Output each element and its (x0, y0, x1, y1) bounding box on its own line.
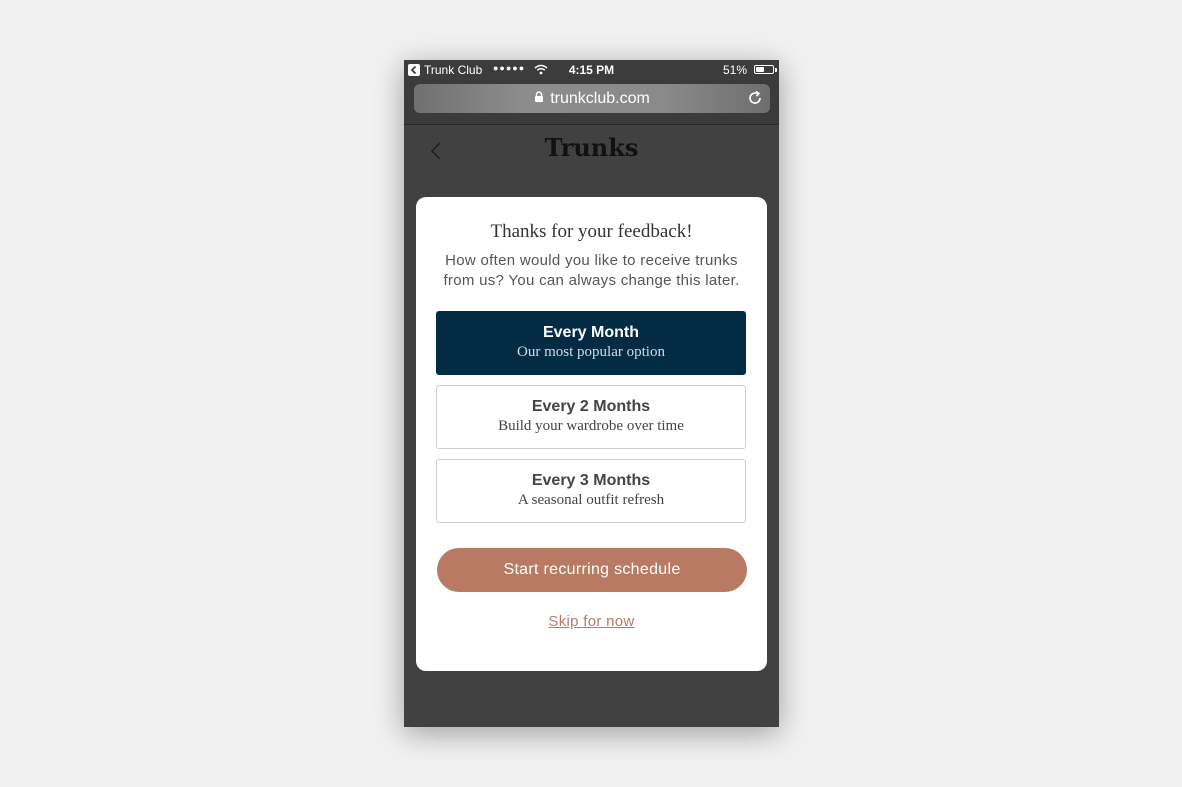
start-recurring-schedule-button[interactable]: Start recurring schedule (437, 548, 747, 592)
modal-subtitle: How often would you like to receive trun… (443, 252, 740, 289)
battery-cap (775, 68, 777, 72)
browser-toolbar: trunkclub.com (404, 80, 779, 125)
option-label: Every 2 Months (531, 398, 651, 415)
skip-for-now-link[interactable]: Skip for now (416, 613, 767, 630)
option-label: Every Month (542, 324, 639, 341)
url-text: trunkclub.com (550, 89, 650, 107)
frequency-modal: Thanks for your feedback! How often woul… (416, 197, 767, 671)
nav-bar: Trunks (404, 125, 779, 175)
option-description: Build your wardrobe over time (498, 418, 684, 434)
phone-screen: Trunk Club ●●●●● 4:15 PM 51% trunkclub.c… (404, 60, 779, 727)
reload-icon[interactable] (747, 90, 763, 111)
lock-icon (534, 90, 544, 108)
option-every-month[interactable]: Every Month Our most popular option (436, 311, 746, 375)
battery-fill (756, 67, 764, 72)
option-every-2-months[interactable]: Every 2 Months Build your wardrobe over … (436, 385, 746, 449)
battery-icon (754, 65, 774, 74)
option-description: A seasonal outfit refresh (517, 492, 665, 508)
status-bar: Trunk Club ●●●●● 4:15 PM 51% (404, 60, 779, 80)
option-label: Every 3 Months (531, 472, 651, 489)
page-title: Trunks (544, 133, 639, 162)
option-every-3-months[interactable]: Every 3 Months A seasonal outfit refresh (436, 459, 746, 523)
option-description: Our most popular option (517, 344, 665, 360)
battery-percent: 51% (722, 63, 747, 77)
modal-title: Thanks for your feedback! (490, 221, 693, 242)
url-bar[interactable]: trunkclub.com (414, 84, 770, 113)
